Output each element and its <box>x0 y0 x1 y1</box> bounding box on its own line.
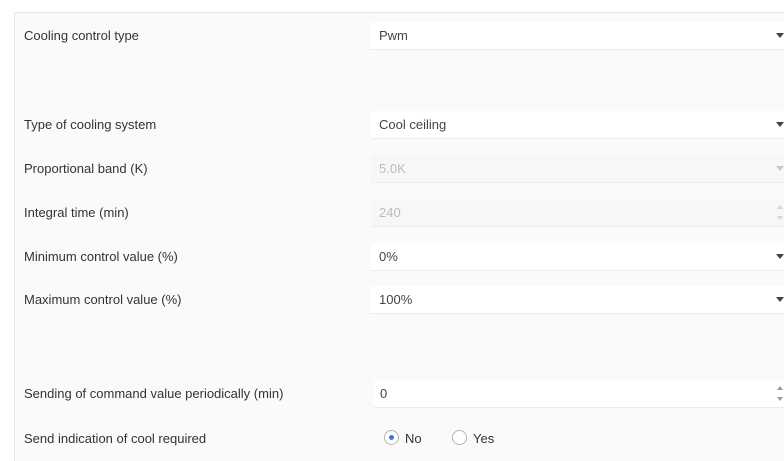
row-sending-periodically: Sending of command value periodically (m… <box>14 380 784 408</box>
sending-periodically-value: 0 <box>380 386 388 401</box>
row-cooling-control-type: Cooling control type Pwm <box>14 22 784 50</box>
chevron-down-icon <box>776 122 784 127</box>
cooling-control-type-dropdown[interactable]: Pwm <box>371 22 784 50</box>
chevron-down-icon <box>776 166 784 171</box>
maximum-control-value-label: Maximum control value (%) <box>24 292 182 307</box>
spin-down-icon[interactable] <box>777 397 783 401</box>
cooling-control-type-label: Cooling control type <box>24 28 139 43</box>
proportional-band-value: 5.0K <box>379 161 406 176</box>
row-minimum-control-value: Minimum control value (%) 0% <box>14 243 784 271</box>
row-type-of-cooling-system: Type of cooling system Cool ceiling <box>14 111 784 139</box>
row-proportional-band: Proportional band (K) 5.0K <box>14 155 784 183</box>
proportional-band-label: Proportional band (K) <box>24 161 148 176</box>
radio-unselected-icon[interactable] <box>452 430 467 445</box>
minimum-control-value-label: Minimum control value (%) <box>24 249 178 264</box>
spin-up-icon[interactable] <box>777 386 783 390</box>
minimum-control-value-dropdown[interactable]: 0% <box>371 243 784 271</box>
type-of-cooling-system-value: Cool ceiling <box>379 117 447 132</box>
minimum-control-value-value: 0% <box>379 249 398 264</box>
row-maximum-control-value: Maximum control value (%) 100% <box>14 286 784 314</box>
maximum-control-value-dropdown[interactable]: 100% <box>371 286 784 314</box>
spin-up-icon <box>777 205 783 209</box>
chevron-down-icon <box>776 297 784 302</box>
integral-time-value: 240 <box>379 205 401 220</box>
row-integral-time: Integral time (min) 240 <box>14 199 784 227</box>
sending-periodically-label: Sending of command value periodically (m… <box>24 386 284 401</box>
sending-periodically-spinbox[interactable]: 0 <box>374 380 784 408</box>
row-send-indication: Send indication of cool required No Yes <box>14 425 784 453</box>
type-of-cooling-system-label: Type of cooling system <box>24 117 157 132</box>
spin-down-icon <box>777 216 783 220</box>
proportional-band-dropdown: 5.0K <box>371 155 784 183</box>
integral-time-label: Integral time (min) <box>24 205 129 220</box>
radio-selected-icon[interactable] <box>384 430 399 445</box>
radio-label-yes: Yes <box>473 431 495 446</box>
maximum-control-value-value: 100% <box>379 292 413 307</box>
send-indication-label: Send indication of cool required <box>24 431 207 446</box>
chevron-down-icon <box>776 33 784 38</box>
chevron-down-icon <box>776 254 784 259</box>
cooling-control-type-value: Pwm <box>379 28 408 43</box>
radio-label-no: No <box>405 431 422 446</box>
type-of-cooling-system-dropdown[interactable]: Cool ceiling <box>371 111 784 139</box>
integral-time-spinbox: 240 <box>371 199 784 227</box>
